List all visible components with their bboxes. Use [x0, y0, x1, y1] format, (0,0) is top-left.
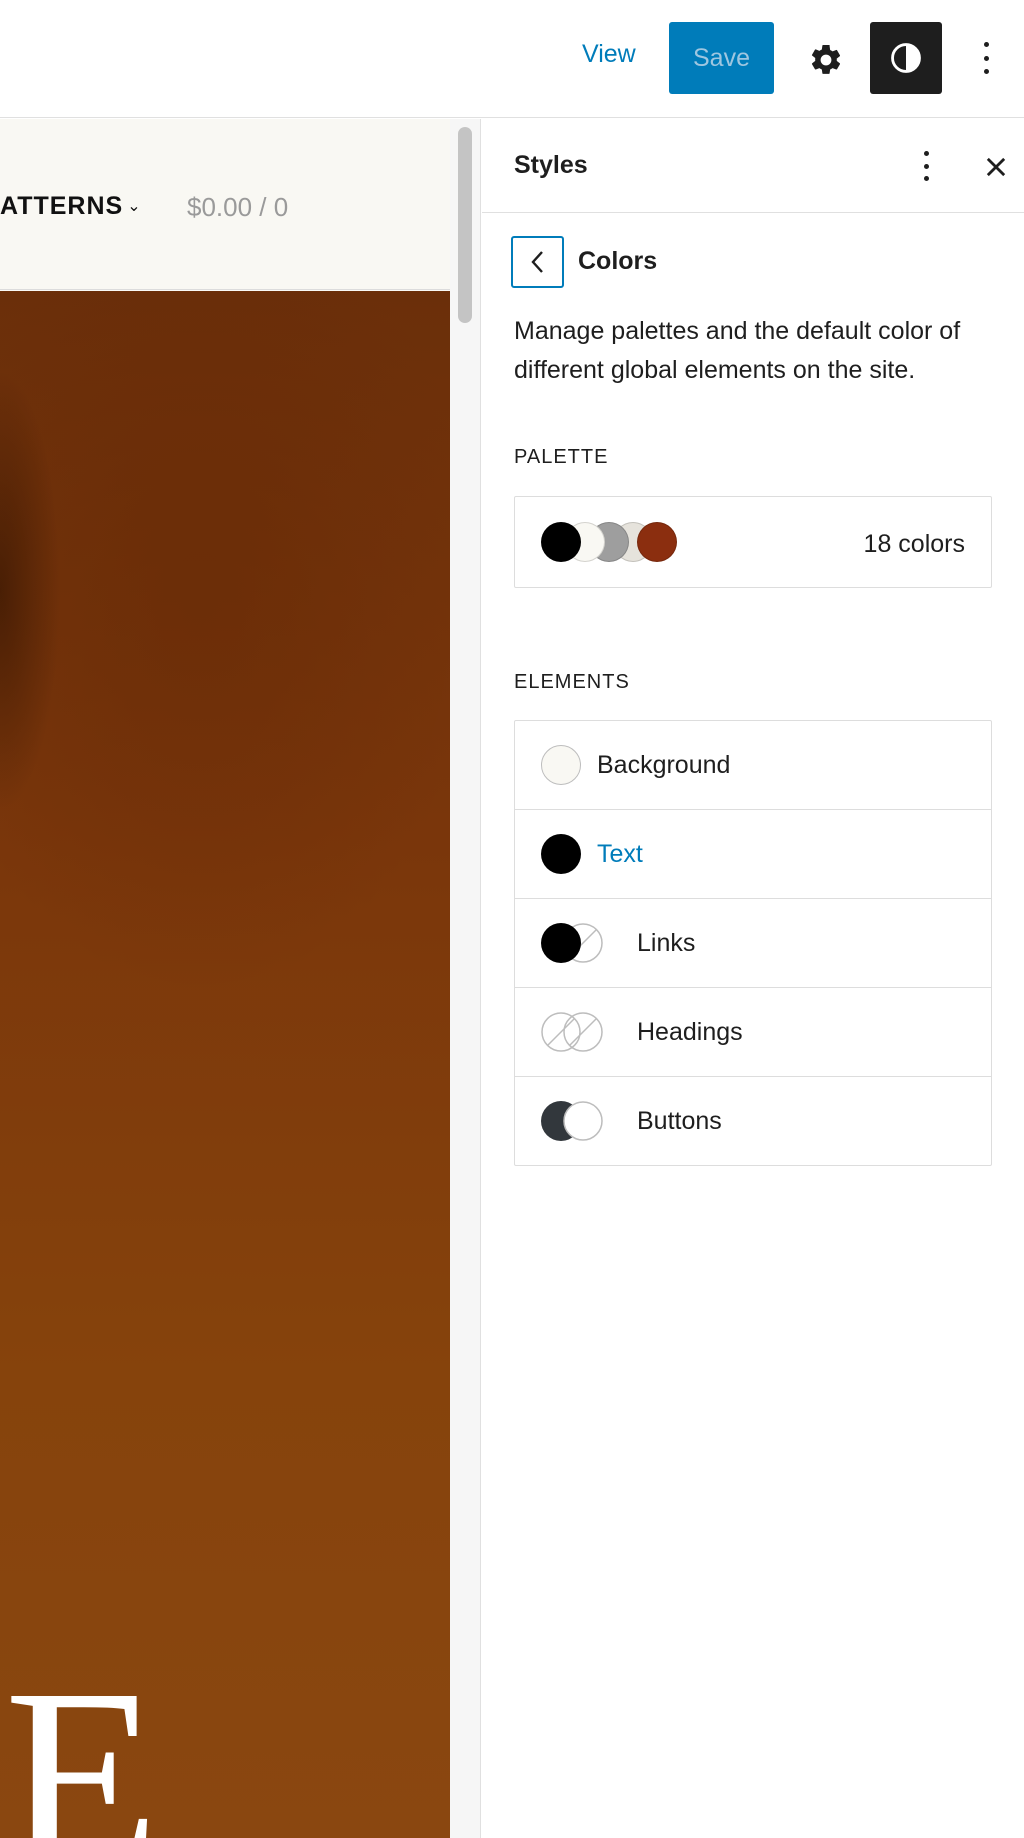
view-link[interactable]: View [582, 40, 636, 69]
hero-heading-letter: E [4, 1637, 160, 1838]
background-color-indicator [541, 745, 581, 785]
back-button[interactable] [511, 236, 564, 288]
kebab-dot [983, 69, 989, 74]
headings-color-indicator [541, 1012, 603, 1052]
kebab-dot [923, 163, 929, 169]
kebab-dot [923, 176, 929, 181]
canvas-scrollbar[interactable] [450, 119, 481, 1838]
gear-icon [811, 44, 841, 74]
styles-toggle-button[interactable] [870, 22, 942, 94]
chevron-down-icon: ⌄ [127, 198, 142, 215]
sidebar-header: Styles [482, 119, 1024, 213]
element-item-buttons[interactable]: Buttons [515, 1077, 991, 1166]
panel-description: Manage palettes and the default color of… [514, 317, 961, 384]
nav-item-label: ATTERNS [0, 192, 124, 220]
text-color-indicator [541, 834, 581, 874]
element-label: Background [597, 751, 731, 779]
settings-button[interactable] [800, 36, 852, 84]
styles-more-options-button[interactable] [914, 149, 938, 183]
chevron-left-icon [530, 251, 543, 273]
kebab-dot [983, 55, 989, 61]
element-item-headings[interactable]: Headings [515, 988, 991, 1077]
kebab-dot [923, 151, 929, 156]
styles-sidebar: Styles Colors Manage palettes and the de… [482, 119, 1024, 1838]
half-circle-contrast-icon [891, 43, 921, 73]
palette-button[interactable]: 18 colors [514, 496, 992, 588]
editor-top-bar: View Save [0, 0, 1024, 118]
color-swatch [637, 522, 677, 562]
nav-item-patterns[interactable]: ATTERNS ⌄ [0, 192, 142, 221]
buttons-color-indicator [541, 1101, 603, 1141]
links-color-indicator [541, 923, 603, 963]
element-item-text[interactable]: Text [515, 810, 991, 899]
save-button[interactable]: Save [669, 22, 774, 94]
panel-title: Colors [578, 247, 658, 275]
sidebar-title: Styles [514, 151, 588, 179]
site-header: ATTERNS ⌄ $0.00 / 0 [0, 119, 450, 290]
element-label: Text [597, 840, 643, 868]
element-item-links[interactable]: Links [515, 899, 991, 988]
element-label: Links [637, 929, 696, 957]
palette-swatches [541, 522, 691, 564]
elements-section-label: ELEMENTS [514, 671, 630, 693]
element-label: Buttons [637, 1107, 722, 1135]
more-options-button[interactable] [970, 38, 1002, 78]
elements-list: Background Text Links Headings Buttons [514, 720, 992, 1166]
palette-section-label: PALETTE [514, 446, 609, 468]
color-swatch [541, 522, 581, 562]
cart-total[interactable]: $0.00 / 0 [187, 192, 288, 223]
element-item-background[interactable]: Background [515, 721, 991, 810]
kebab-dot [983, 42, 989, 47]
scrollbar-thumb[interactable] [458, 127, 472, 323]
editor-canvas[interactable]: ATTERNS ⌄ $0.00 / 0 E [0, 119, 450, 1838]
hero-image: E [0, 291, 450, 1838]
close-icon[interactable] [982, 153, 1010, 181]
element-label: Headings [637, 1018, 743, 1046]
palette-count: 18 colors [863, 530, 965, 558]
